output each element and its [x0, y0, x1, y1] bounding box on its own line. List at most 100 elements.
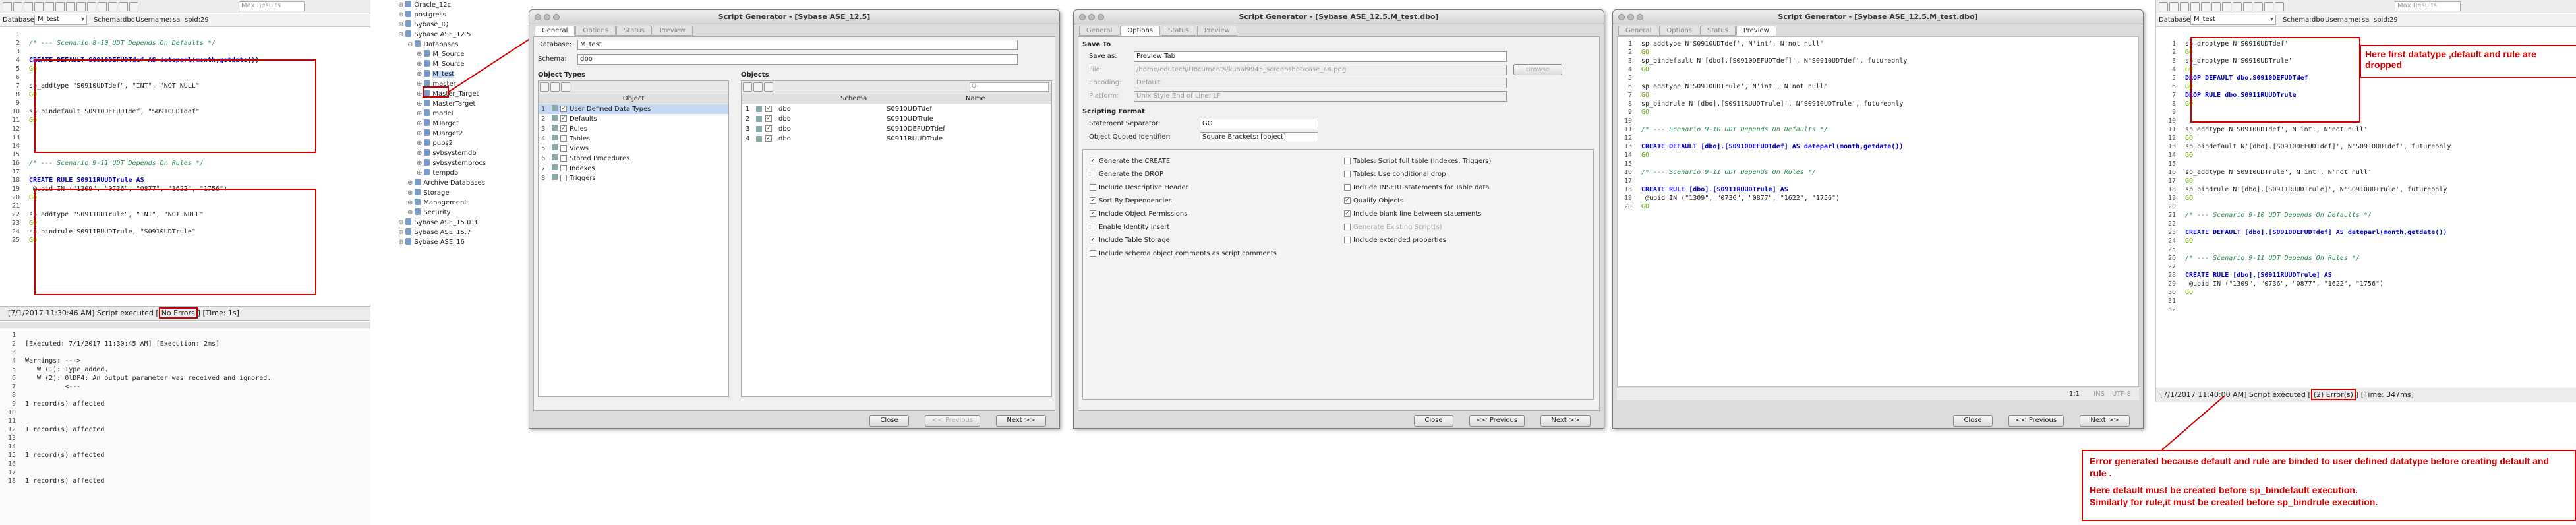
option-checkbox[interactable] — [1090, 210, 1096, 217]
option-checkbox[interactable] — [1344, 210, 1351, 217]
select-all-icon[interactable] — [540, 82, 549, 92]
option-row[interactable]: Sort By Dependencies — [1090, 195, 1277, 208]
previous-button[interactable]: << Previous — [925, 415, 980, 427]
platform-select[interactable]: Unix Style End of Line: LF — [1134, 91, 1507, 102]
object-type-row[interactable]: 1 User Defined Data Types — [539, 104, 728, 114]
tree-node[interactable]: ⊕ Storage — [394, 188, 526, 198]
previous-button[interactable]: << Previous — [2008, 415, 2064, 427]
object-row[interactable]: 3 dbo S0910DEFUDTdef — [742, 124, 1051, 134]
object-type-checkbox[interactable] — [560, 125, 567, 132]
option-row[interactable]: Generate Existing Script(s) — [1344, 221, 1491, 234]
bookmark-icon[interactable] — [76, 2, 86, 11]
comment-icon[interactable] — [2211, 2, 2221, 11]
expand-icon[interactable]: ⊕ — [417, 140, 422, 147]
option-row[interactable]: Include Descriptive Header — [1090, 181, 1277, 195]
history-icon[interactable] — [66, 2, 75, 11]
export-icon[interactable] — [108, 2, 117, 11]
object-type-row[interactable]: 7 Indexes — [539, 164, 728, 173]
option-row[interactable]: Enable Identity insert — [1090, 221, 1277, 234]
option-row[interactable]: Include INSERT statements for Table data — [1344, 181, 1491, 195]
close-window-icon[interactable] — [535, 14, 541, 20]
tree-node[interactable]: ⊕ Security — [394, 208, 526, 218]
option-row[interactable]: Qualify Objects — [1344, 195, 1491, 208]
stop-icon[interactable] — [2169, 2, 2179, 11]
tab-options[interactable]: Options — [1659, 26, 1700, 36]
explain-icon[interactable] — [2180, 2, 2189, 11]
object-type-row[interactable]: 5 Views — [539, 144, 728, 154]
tree-node[interactable]: ⊕ model — [394, 109, 526, 119]
tree-node[interactable]: ⊕ M_Source — [394, 59, 526, 69]
tab-general[interactable]: General — [535, 26, 575, 36]
expand-icon[interactable]: ⊕ — [417, 120, 422, 127]
object-type-row[interactable]: 6 Stored Procedures — [539, 154, 728, 164]
tree-node[interactable]: ⊕ pubs2 — [394, 139, 526, 148]
object-type-row[interactable]: 3 Rules — [539, 124, 728, 134]
close-window-icon[interactable] — [1079, 14, 1086, 20]
tab-preview[interactable]: Preview — [1196, 26, 1237, 36]
option-row[interactable]: Include schema object comments as script… — [1090, 247, 1277, 261]
option-checkbox[interactable] — [1090, 224, 1096, 230]
object-type-row[interactable]: 4 Tables — [539, 134, 728, 144]
option-row[interactable]: Include Table Storage — [1090, 234, 1277, 247]
object-checkbox[interactable] — [765, 135, 772, 142]
maximize-window-icon[interactable] — [1098, 14, 1104, 20]
tree-node[interactable]: ⊕ Master_Target — [394, 89, 526, 99]
settings-icon[interactable] — [2254, 2, 2263, 11]
tab-options[interactable]: Options — [1120, 26, 1161, 36]
option-row[interactable]: Generate the DROP — [1090, 168, 1277, 181]
close-button[interactable]: Close — [869, 415, 909, 427]
option-row[interactable]: Tables: Use conditional drop — [1344, 168, 1491, 181]
option-checkbox[interactable] — [1344, 184, 1351, 191]
expand-icon[interactable]: ⊕ — [417, 100, 422, 108]
option-checkbox[interactable] — [1090, 171, 1096, 177]
next-button[interactable]: Next >> — [996, 415, 1046, 427]
previous-button[interactable]: << Previous — [1469, 415, 1525, 427]
expand-icon[interactable]: ⊕ — [407, 199, 413, 206]
invert-icon[interactable] — [561, 82, 570, 92]
collapse-icon[interactable]: ⊖ — [398, 31, 403, 38]
object-row[interactable]: 2 dbo S0910UDTrule — [742, 114, 1051, 124]
tree-node[interactable]: ⊕ Sybase ASE_15.0.3 — [394, 218, 526, 228]
tree-node[interactable]: ⊕ MTarget — [394, 119, 526, 129]
lock-icon[interactable] — [2275, 2, 2284, 11]
bookmark-icon[interactable] — [2233, 2, 2242, 11]
left-splitter[interactable] — [0, 322, 370, 328]
close-window-icon[interactable] — [1618, 14, 1625, 20]
tab-preview[interactable]: Preview — [652, 26, 693, 36]
expand-icon[interactable]: ⊕ — [398, 229, 403, 236]
option-row[interactable]: Generate the CREATE — [1090, 155, 1277, 168]
tree-node[interactable]: ⊖ Sybase ASE_12.5 — [394, 30, 526, 40]
invert-icon[interactable] — [764, 82, 773, 92]
object-type-checkbox[interactable] — [560, 135, 567, 142]
quoted-identifier-select[interactable]: Square Brackets: [object] — [1200, 132, 1318, 142]
tab-options[interactable]: Options — [575, 26, 616, 36]
object-row[interactable]: 4 dbo S0911RUUDTrule — [742, 134, 1051, 144]
export-icon[interactable] — [2264, 2, 2273, 11]
expand-icon[interactable]: ⊕ — [398, 1, 403, 9]
settings-icon[interactable] — [98, 2, 107, 11]
option-checkbox[interactable] — [1090, 184, 1096, 191]
object-row[interactable]: 1 dbo S0910UDTdef — [742, 104, 1051, 114]
deselect-icon[interactable] — [753, 82, 763, 92]
expand-icon[interactable]: ⊕ — [398, 11, 403, 18]
option-checkbox[interactable] — [1344, 237, 1351, 243]
database-select[interactable]: M_test — [577, 40, 1018, 50]
option-row[interactable]: Include Object Permissions — [1090, 208, 1277, 221]
tree-node[interactable]: ⊕ Oracle_12c — [394, 0, 526, 10]
option-checkbox[interactable] — [1090, 237, 1096, 243]
object-type-checkbox[interactable] — [560, 175, 567, 181]
expand-icon[interactable]: ⊕ — [417, 170, 422, 177]
find-icon[interactable] — [2243, 2, 2252, 11]
expand-icon[interactable]: ⊕ — [398, 239, 403, 246]
minimize-window-icon[interactable] — [544, 14, 550, 20]
database-select[interactable]: M_test — [34, 15, 87, 25]
object-checkbox[interactable] — [765, 125, 772, 132]
max-results-input[interactable]: Max Results — [2395, 1, 2461, 11]
expand-icon[interactable]: ⊕ — [417, 130, 422, 137]
tab-status[interactable]: Status — [1161, 26, 1196, 36]
object-type-checkbox[interactable] — [560, 155, 567, 162]
tree-node[interactable]: ⊕ Sybase ASE_16 — [394, 237, 526, 247]
tree-node[interactable]: ⊕ Management — [394, 198, 526, 208]
expand-icon[interactable]: ⊕ — [417, 160, 422, 167]
tree-node[interactable]: ⊕ sybsystemprocs — [394, 158, 526, 168]
